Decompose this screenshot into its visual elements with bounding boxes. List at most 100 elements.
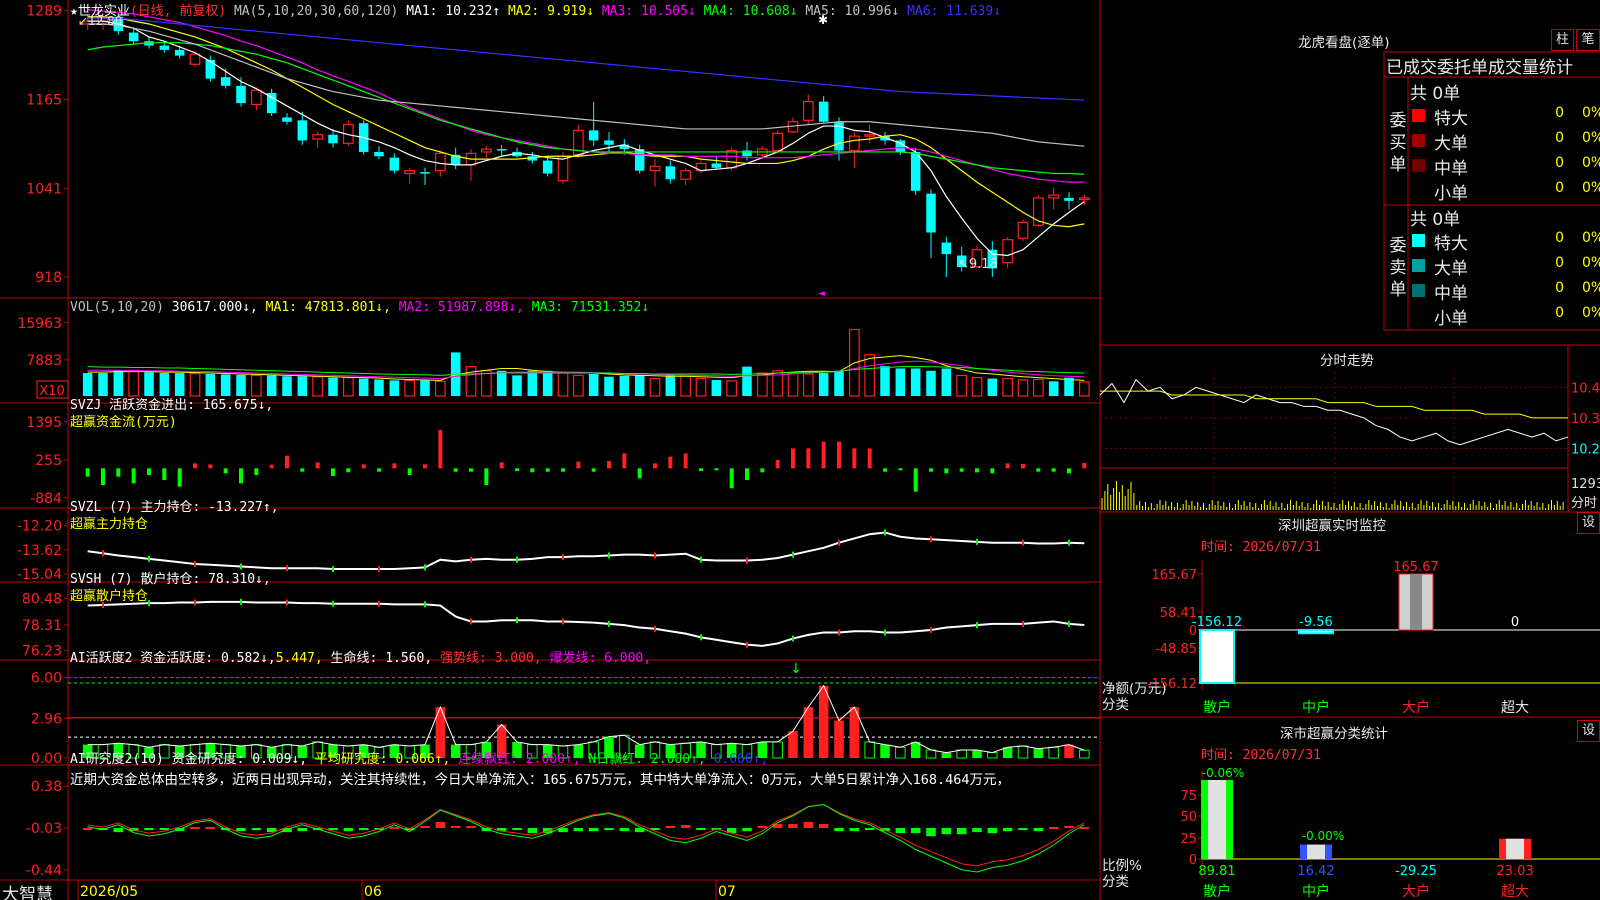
y-tick-label: 78.31 xyxy=(22,618,62,634)
ma-item: MA1: 10.232↑ xyxy=(406,4,508,19)
flow-bar xyxy=(944,468,949,474)
flow-bar xyxy=(791,448,795,469)
vol-ma1: MA1: 47813.801↓, xyxy=(265,300,391,315)
y-tick-label: -884 xyxy=(30,491,62,507)
candle-body xyxy=(802,101,814,121)
star-icon: ★ xyxy=(70,4,78,19)
monitor-category: 中户 xyxy=(1302,699,1330,716)
vol-bar xyxy=(374,379,384,396)
research-bar xyxy=(389,827,400,829)
row-name: 特大 xyxy=(1434,234,1468,254)
classstat-y-tick: 50 xyxy=(1180,810,1197,825)
vol-bar xyxy=(756,372,768,397)
candle-body xyxy=(496,149,507,151)
classstat-value-label: 16.42 xyxy=(1297,864,1334,879)
vol-bar xyxy=(113,370,124,396)
vol-bar xyxy=(434,380,446,397)
vol-legend: VOL(5,10,20) 30617.000↓, MA1: 47813.801↓… xyxy=(70,300,649,315)
flow-bar xyxy=(714,468,719,471)
flow-bar xyxy=(653,463,657,469)
research-bar xyxy=(895,828,906,834)
flow-bar xyxy=(729,468,734,489)
ai2-title: AI研究度2(10) 资金研究度: 0.009↓, xyxy=(70,752,308,767)
monitor-bar xyxy=(1199,629,1235,684)
row-pct: 0% xyxy=(1582,105,1600,121)
research-bar xyxy=(251,828,262,831)
ma-item: MA3: 10.505↓ xyxy=(601,4,704,19)
ma-line xyxy=(87,23,1085,147)
ma-item: MA2: 9.919↓ xyxy=(507,4,602,19)
color-swatch xyxy=(1412,259,1425,272)
candle-body xyxy=(389,157,400,171)
classstat-category: 超大 xyxy=(1501,884,1529,900)
research-bar xyxy=(466,825,476,829)
flow-bar xyxy=(883,468,887,472)
research-bar xyxy=(834,828,844,832)
vol-bar xyxy=(1017,379,1029,397)
candle-body xyxy=(312,134,324,140)
vol-bar xyxy=(604,376,614,396)
tick-mode-button[interactable]: 笔 xyxy=(1576,29,1600,51)
classstat-value-label: 89.81 xyxy=(1198,864,1235,879)
research-bar xyxy=(1033,828,1044,832)
vol-bar xyxy=(680,374,692,397)
classstat-time: 时间: 2026/07/31 xyxy=(1201,748,1321,763)
vol-bar xyxy=(542,370,553,396)
candle-body xyxy=(434,152,446,172)
svsh-title: SVSH (7) 散户持仓: 78.310↓, xyxy=(70,572,271,587)
research-bar xyxy=(941,828,952,835)
ma-item: MA4: 10.608↓ xyxy=(703,4,806,19)
ai2-extra: 0.666↑, xyxy=(713,752,769,767)
sell-total: 共 0单 xyxy=(1410,210,1461,230)
vol-bar xyxy=(711,379,722,396)
research-bar xyxy=(343,828,354,832)
svzj-legend: SVZJ 活跃资金进出: 165.675↓, 超赢资金流(万元) xyxy=(70,397,273,431)
flow-bar xyxy=(622,453,627,469)
flow-bar xyxy=(515,468,519,471)
classstat-ylabel: 比例% 分类 xyxy=(1102,858,1142,890)
research-bar xyxy=(82,828,93,831)
monitor-settings-button[interactable]: 设 xyxy=(1577,512,1600,534)
flow-bar xyxy=(239,468,243,484)
stock-name[interactable]: 世龙实业 xyxy=(78,4,130,19)
flow-bar xyxy=(315,462,320,469)
low-price-label: ↖9.18 xyxy=(958,257,998,272)
monitor-ylabel-b: 分类 xyxy=(1102,697,1129,713)
vol-bar xyxy=(649,377,661,397)
monitor-category: 散户 xyxy=(1203,699,1231,716)
research-bar xyxy=(113,828,124,833)
flow-bar xyxy=(775,460,780,469)
vol-bar xyxy=(971,377,983,397)
x-axis-label: 07 xyxy=(718,884,736,900)
svzj-subtitle: 超赢资金流(万元) xyxy=(70,415,177,430)
dragon-row: 特大 0 0% xyxy=(1384,228,1600,254)
monitor-y-tick: 165.67 xyxy=(1152,568,1198,583)
research-bar xyxy=(864,828,875,831)
candle-body xyxy=(1048,194,1060,199)
research-line-green xyxy=(87,803,1085,873)
flow-bar xyxy=(760,468,765,473)
monitor-category: 超大 xyxy=(1501,700,1529,716)
buy-total: 共 0单 xyxy=(1410,84,1461,104)
classstat-bar-shade xyxy=(1506,838,1524,859)
bar-mode-button[interactable]: 柱 xyxy=(1551,29,1574,51)
classstat-y-tick: 25 xyxy=(1180,832,1197,847)
flow-bar xyxy=(821,441,826,469)
research-bar xyxy=(910,828,921,834)
vol-bar xyxy=(480,370,492,397)
ai2-legend: AI研究度2(10) 资金研究度: 0.009↓, 平均研究度: 0.066↑,… xyxy=(70,751,1010,789)
vol-bar xyxy=(1032,378,1044,397)
vol-bar xyxy=(282,376,292,396)
vol-bar xyxy=(420,380,430,396)
intraday-y-tick: 10.28 xyxy=(1571,443,1600,458)
vol-bar xyxy=(512,375,522,396)
period-label[interactable]: (日线, 前复权) xyxy=(130,4,226,19)
research-bar xyxy=(849,828,860,832)
flow-bar xyxy=(699,468,703,471)
classstat-settings-button[interactable]: 设 xyxy=(1577,720,1600,742)
vol-title: VOL(5,10,20) xyxy=(70,300,164,315)
research-bar xyxy=(972,828,982,833)
candle-body xyxy=(680,170,692,180)
dragon-title: 龙虎看盘(逐单) xyxy=(1298,35,1390,51)
vol-bar xyxy=(250,374,262,397)
